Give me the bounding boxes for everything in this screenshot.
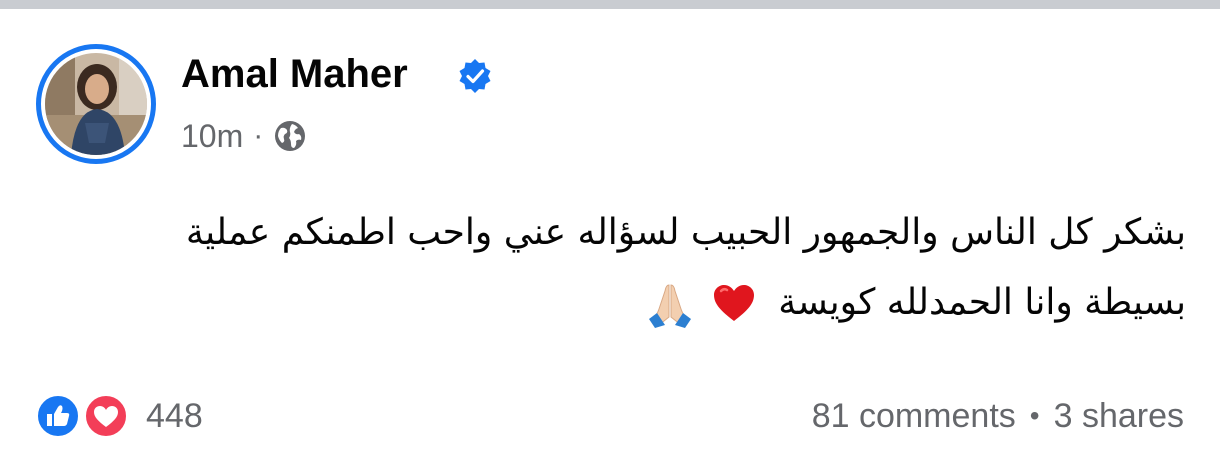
love-icon (84, 394, 128, 438)
author-avatar[interactable] (36, 44, 156, 164)
top-divider (0, 0, 1220, 9)
reactions-summary[interactable]: 448 (36, 392, 203, 440)
like-icon (36, 394, 80, 438)
engagement-separator: • (1029, 400, 1040, 431)
red-heart-emoji (713, 285, 754, 321)
post-body: بشكر كل الناس والجمهور الحبيب لسؤاله عني… (60, 198, 1186, 338)
post-text-line-2: بسيطة وانا الحمدلله كويسة (60, 268, 1186, 338)
shares-count-link[interactable]: 3 shares (1054, 397, 1184, 436)
post-meta: 10m · (181, 116, 307, 156)
post-text-line-1: بشكر كل الناس والجمهور الحبيب لسؤاله عني… (185, 212, 1186, 253)
reaction-icons (36, 392, 136, 440)
avatar-photo (45, 53, 147, 155)
meta-separator: · (253, 119, 264, 152)
reaction-count: 448 (146, 396, 203, 435)
post-timestamp[interactable]: 10m (181, 118, 243, 155)
folded-hands-emoji (649, 284, 692, 328)
verified-badge-icon (459, 59, 491, 93)
globe-icon[interactable] (273, 119, 307, 153)
post-text-line-2-text: بسيطة وانا الحمدلله كويسة (778, 282, 1186, 323)
comments-count-link[interactable]: 81 comments (812, 397, 1016, 436)
author-name[interactable]: Amal Maher (181, 48, 408, 100)
engagement-summary: 81 comments • 3 shares (812, 392, 1184, 440)
